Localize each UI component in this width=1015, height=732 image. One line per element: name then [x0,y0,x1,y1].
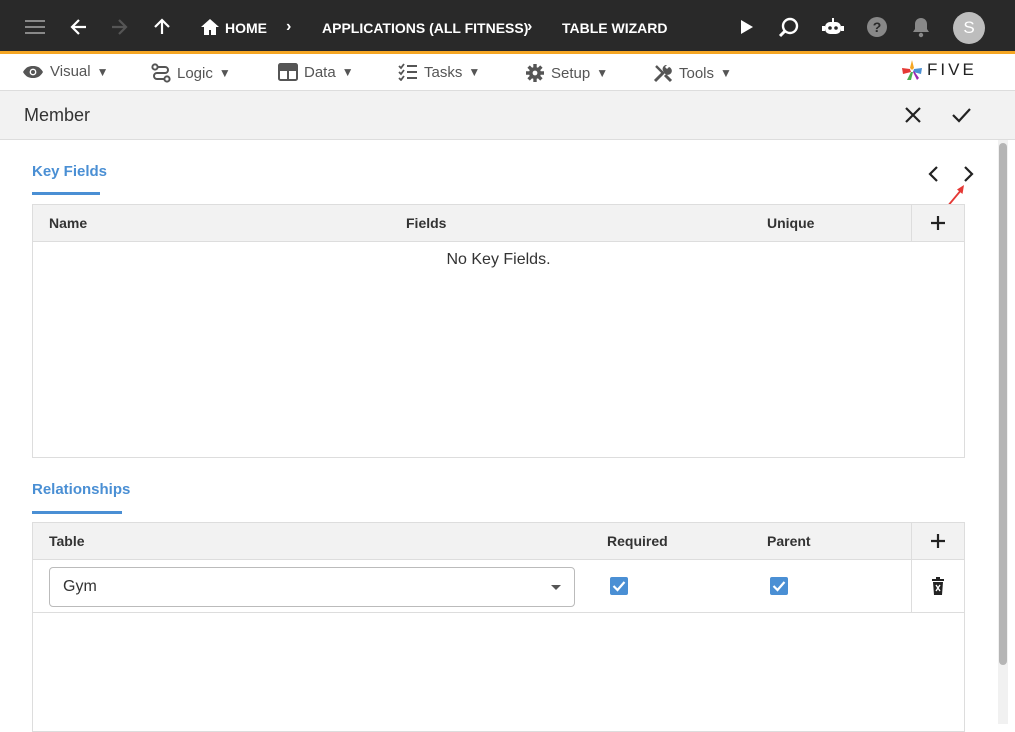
plus-icon [931,534,945,548]
required-checkbox[interactable] [610,577,628,595]
form-header: Member [0,91,1015,140]
caret-down-icon: ▼ [96,64,109,79]
delete-row-button[interactable] [911,560,964,612]
help-icon[interactable]: ? [863,13,891,41]
tasks-icon [398,63,417,81]
table-select-value: Gym [63,578,97,595]
top-bar: HOME › APPLICATIONS (ALL FITNESS) › TABL… [0,0,1015,54]
next-page-chevron-icon[interactable] [957,163,979,185]
caret-down-icon: ▼ [468,65,481,79]
menu-logic[interactable]: Logic ▼ [151,63,231,83]
table-icon [278,63,298,81]
svg-text:?: ? [873,19,882,35]
add-relationship-button[interactable] [911,523,964,559]
checkmark-icon [772,581,786,592]
checkmark-icon [612,581,626,592]
five-logo-text: FIVE [927,60,977,79]
caret-down-icon: ▼ [218,66,231,80]
page-title: Member [24,105,91,125]
parent-checkbox[interactable] [770,577,788,595]
chatbot-icon[interactable] [819,13,847,41]
menu-tasks[interactable]: Tasks ▼ [398,63,480,81]
five-logo: FIVE [900,58,977,82]
plus-icon [931,216,945,230]
menu-visual-label: Visual [50,63,91,80]
previous-page-chevron-icon[interactable] [923,163,945,185]
caret-down-icon: ▼ [720,66,732,80]
eye-icon [23,65,43,78]
caret-down-icon: ▼ [341,65,354,79]
column-header-fields[interactable]: Fields [406,215,446,231]
tab-key-fields-underline [32,192,100,195]
breadcrumb-separator-icon: › [527,18,533,35]
breadcrumb-table-wizard[interactable]: TABLE WIZARD [562,20,668,36]
breadcrumb-home[interactable]: HOME [225,20,267,36]
five-logo-mark [902,60,922,80]
caret-down-icon: ▼ [596,66,609,80]
relationships-table: Table Required Parent Gym [32,522,965,732]
key-fields-table-header: Name Fields Unique [33,205,964,242]
column-header-table[interactable]: Table [49,533,85,549]
key-fields-table: Name Fields Unique No Key Fields. [32,204,965,458]
menu-setup[interactable]: Setup ▼ [525,63,608,83]
logic-icon [151,63,171,83]
table-select[interactable]: Gym [49,567,575,607]
tab-relationships[interactable]: Relationships [32,481,130,498]
search-chat-icon[interactable] [775,13,803,41]
menu-tools-label: Tools [679,64,715,82]
menu-bar: Visual ▼ Logic ▼ Data ▼ Tasks ▼ Setup ▼ … [0,54,1015,91]
menu-data-label: Data [304,63,336,81]
hamburger-menu-icon[interactable] [21,13,49,41]
tools-icon [653,64,673,83]
scrollbar-thumb[interactable] [999,143,1007,665]
menu-tasks-label: Tasks [424,63,463,81]
forward-arrow-icon[interactable] [105,13,133,41]
column-header-required[interactable]: Required [607,533,668,549]
breadcrumb-applications[interactable]: APPLICATIONS (ALL FITNESS) [322,20,528,36]
breadcrumb-separator-icon: › [286,18,292,35]
dropdown-arrow-icon [551,585,561,590]
add-key-field-button[interactable] [911,205,964,241]
gear-icon [526,64,544,82]
trash-icon [932,577,944,595]
tab-relationships-underline [32,511,122,514]
back-arrow-icon[interactable] [65,13,93,41]
play-icon[interactable] [732,13,760,41]
menu-setup-label: Setup [551,64,591,82]
user-avatar[interactable]: S [953,12,985,44]
tab-key-fields[interactable]: Key Fields [32,163,107,180]
column-header-parent[interactable]: Parent [767,533,811,549]
up-arrow-icon[interactable] [148,13,176,41]
notifications-bell-icon[interactable] [907,13,935,41]
menu-visual[interactable]: Visual ▼ [22,63,108,80]
save-check-icon[interactable] [950,104,972,126]
column-header-unique[interactable]: Unique [767,215,814,231]
column-header-name[interactable]: Name [49,215,87,231]
menu-data[interactable]: Data ▼ [278,63,354,81]
menu-logic-label: Logic [177,64,213,82]
menu-tools[interactable]: Tools ▼ [653,63,732,83]
relationships-table-header: Table Required Parent [33,523,964,560]
table-row: Gym [33,560,964,613]
close-icon[interactable] [902,104,924,126]
home-icon[interactable] [196,13,224,41]
empty-state-text: No Key Fields. [446,251,551,268]
